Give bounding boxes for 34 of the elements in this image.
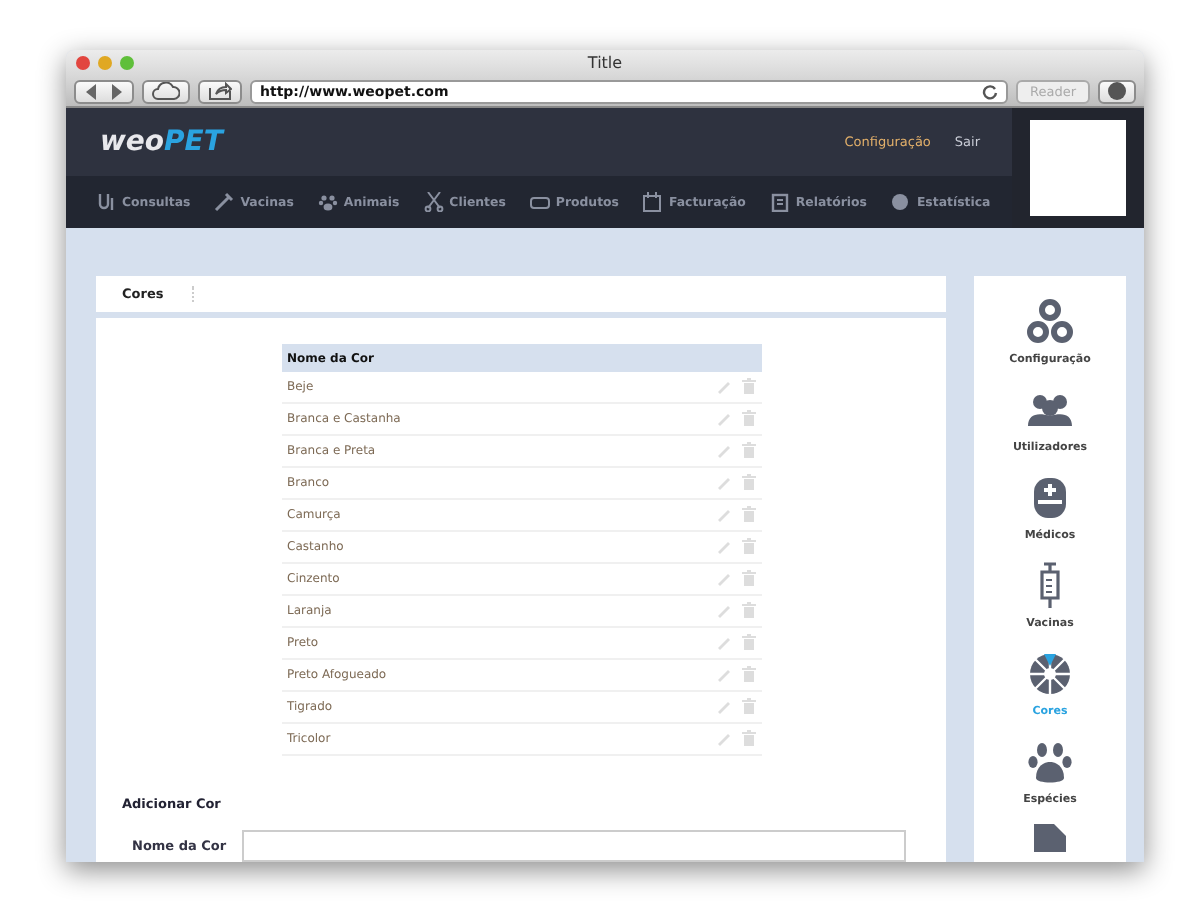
nav-icon [317,192,338,212]
trash-icon[interactable] [741,569,755,585]
input-field[interactable] [242,830,906,862]
trash-icon[interactable] [741,473,755,489]
color-wheel-icon [1026,650,1074,698]
photo-placeholder [1030,120,1126,216]
nav-icon [96,192,116,212]
window-title: Title [587,54,623,72]
document-icon[interactable] [1030,824,1070,852]
trash-icon[interactable] [741,505,755,521]
logo[interactable]: weoPET [66,126,500,158]
trash-icon[interactable] [741,377,755,393]
trash-icon[interactable] [741,409,755,425]
trash-icon[interactable] [741,665,755,681]
share-icon[interactable] [198,79,242,103]
trash-icon[interactable] [741,633,755,649]
back-forward-button[interactable] [74,79,134,103]
trash-icon[interactable] [741,537,755,553]
nav-icon [423,192,444,212]
trash-icon[interactable] [741,729,755,745]
minimize-button[interactable] [98,56,112,70]
close-button[interactable] [76,56,90,70]
reload-icon[interactable] [981,83,998,99]
nav-icon [769,192,790,212]
cloud-icon[interactable] [142,79,190,103]
nav-icon [529,192,550,212]
trash-icon[interactable] [741,697,755,713]
trash-icon[interactable] [741,601,755,617]
paw-icon [1025,738,1074,786]
nav-icon [890,192,911,212]
zoom-button[interactable] [120,56,134,70]
nav-icon [214,192,235,212]
nav-icon [642,192,663,212]
trash-icon[interactable] [741,441,755,457]
